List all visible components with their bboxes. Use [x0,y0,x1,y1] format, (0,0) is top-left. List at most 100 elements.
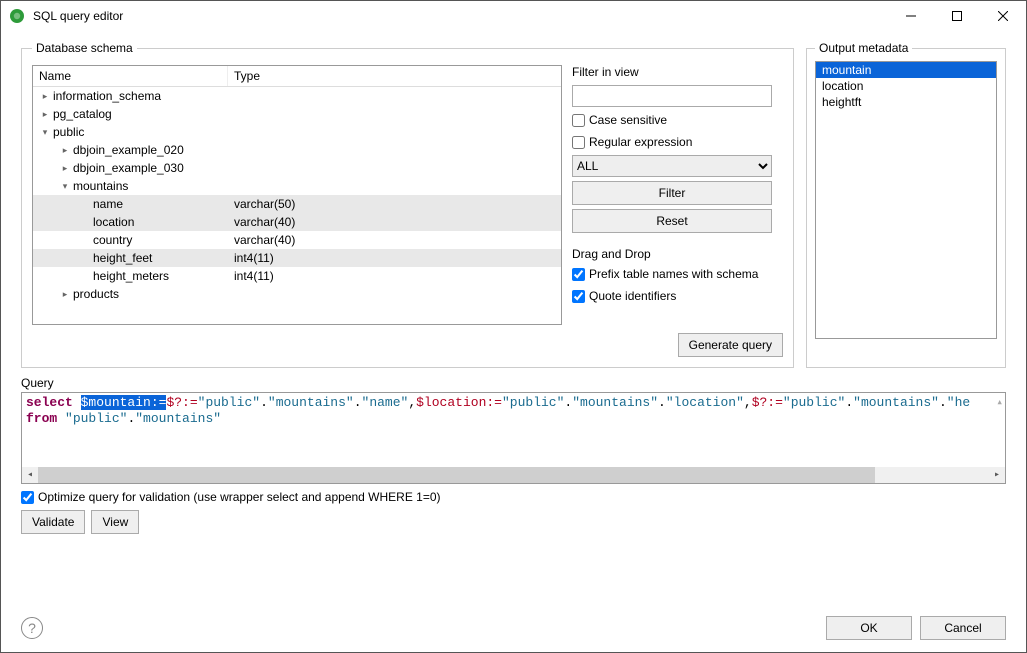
quote-label: Quote identifiers [589,289,676,303]
window-title: SQL query editor [33,9,888,23]
validate-button[interactable]: Validate [21,510,85,534]
tree-row[interactable]: ▸height_metersint4(11) [33,267,561,285]
tree-node-label: mountains [73,179,128,193]
query-token: $location [416,395,486,410]
query-token: "location" [666,395,744,410]
tree-node-type: varchar(50) [228,197,561,211]
drag-drop-label: Drag and Drop [572,247,772,261]
tree-node-label: location [93,215,134,229]
optimize-label: Optimize query for validation (use wrapp… [38,490,441,504]
tree-row[interactable]: ▸dbjoin_example_030 [33,159,561,177]
help-icon[interactable]: ? [21,617,43,639]
tree-row[interactable]: ▸dbjoin_example_020 [33,141,561,159]
tree-node-label: country [93,233,132,247]
query-token: $? [166,395,182,410]
output-legend: Output metadata [815,41,912,55]
query-token: "mountains" [853,395,939,410]
query-token: := [486,395,502,410]
tree-row[interactable]: ▸pg_catalog [33,105,561,123]
query-token: select [26,395,81,410]
tree-row[interactable]: ▸locationvarchar(40) [33,213,561,231]
query-token: "mountains" [268,395,354,410]
scrollbar-track[interactable] [38,467,989,483]
query-line-1[interactable]: select $mountain:=$?:="public"."mountain… [26,395,1001,411]
generate-query-button[interactable]: Generate query [678,333,783,357]
query-editor[interactable]: select $mountain:=$?:="public"."mountain… [21,392,1006,484]
tree-node-type: int4(11) [228,251,561,265]
query-token: , [408,395,416,410]
tree-row[interactable]: ▾mountains [33,177,561,195]
chevron-down-icon[interactable]: ▾ [59,180,71,192]
tree-row[interactable]: ▸namevarchar(50) [33,195,561,213]
case-sensitive-checkbox[interactable] [572,114,585,127]
col-header-name[interactable]: Name [33,66,228,86]
optimize-row[interactable]: Optimize query for validation (use wrapp… [21,490,1006,504]
app-icon [9,8,25,24]
scroll-left-icon[interactable]: ◂ [22,467,38,483]
query-line-2[interactable]: from "public"."mountains" [26,411,1001,427]
ok-button[interactable]: OK [826,616,912,640]
tree-row[interactable]: ▾public [33,123,561,141]
chevron-right-icon[interactable]: ▸ [59,288,71,300]
query-token: "mountains" [572,395,658,410]
tree-node-label: information_schema [53,89,161,103]
tree-node-type: varchar(40) [228,215,561,229]
chevron-down-icon[interactable]: ▾ [39,126,51,138]
query-token: . [939,395,947,410]
quote-checkbox[interactable] [572,290,585,303]
output-item[interactable]: heightft [816,94,996,110]
schema-tree[interactable]: Name Type ▸information_schema▸pg_catalog… [32,65,562,325]
tree-row[interactable]: ▸products [33,285,561,303]
scroll-right-icon[interactable]: ▸ [989,467,1005,483]
maximize-button[interactable] [934,1,980,31]
query-token: := [182,395,198,410]
minimize-button[interactable] [888,1,934,31]
optimize-checkbox[interactable] [21,491,34,504]
quote-row[interactable]: Quote identifiers [572,287,772,305]
tree-row[interactable]: ▸height_feetint4(11) [33,249,561,267]
view-button[interactable]: View [91,510,139,534]
chevron-right-icon[interactable]: ▸ [59,162,71,174]
filter-mode-select[interactable]: ALL [572,155,772,177]
tree-node-label: dbjoin_example_020 [73,143,184,157]
scrollbar-thumb[interactable] [38,467,875,483]
query-token: . [260,395,268,410]
reset-button[interactable]: Reset [572,209,772,233]
database-schema-group: Database schema Name Type ▸information_s… [21,41,794,368]
output-item[interactable]: location [816,78,996,94]
query-token: "public" [198,395,260,410]
tree-node-label: height_meters [93,269,169,283]
schema-legend: Database schema [32,41,137,55]
query-token: "public" [783,395,845,410]
query-token: "public" [65,411,127,426]
query-token: . [658,395,666,410]
tree-node-label: height_feet [93,251,152,265]
cancel-button[interactable]: Cancel [920,616,1006,640]
filter-label: Filter in view [572,65,772,79]
col-header-type[interactable]: Type [228,66,561,86]
chevron-right-icon[interactable]: ▸ [39,108,51,120]
chevron-right-icon[interactable]: ▸ [39,90,51,102]
tree-node-label: dbjoin_example_030 [73,161,184,175]
regex-checkbox[interactable] [572,136,585,149]
prefix-checkbox[interactable] [572,268,585,281]
regex-row[interactable]: Regular expression [572,133,772,151]
tree-header: Name Type [33,66,561,87]
tree-row[interactable]: ▸information_schema [33,87,561,105]
horizontal-scrollbar[interactable]: ◂ ▸ [22,467,1005,483]
scroll-up-icon[interactable]: ▴ [996,395,1003,409]
output-item[interactable]: mountain [816,62,996,78]
filter-button[interactable]: Filter [572,181,772,205]
tree-row[interactable]: ▸countryvarchar(40) [33,231,561,249]
chevron-right-icon[interactable]: ▸ [59,144,71,156]
prefix-label: Prefix table names with schema [589,267,758,281]
case-sensitive-row[interactable]: Case sensitive [572,111,772,129]
prefix-row[interactable]: Prefix table names with schema [572,265,772,283]
query-token: , [744,395,752,410]
output-list[interactable]: mountainlocationheightft [815,61,997,339]
output-metadata-group: Output metadata mountainlocationheightft [806,41,1006,368]
filter-input[interactable] [572,85,772,107]
tree-node-label: products [73,287,119,301]
close-button[interactable] [980,1,1026,31]
titlebar: SQL query editor [1,1,1026,31]
